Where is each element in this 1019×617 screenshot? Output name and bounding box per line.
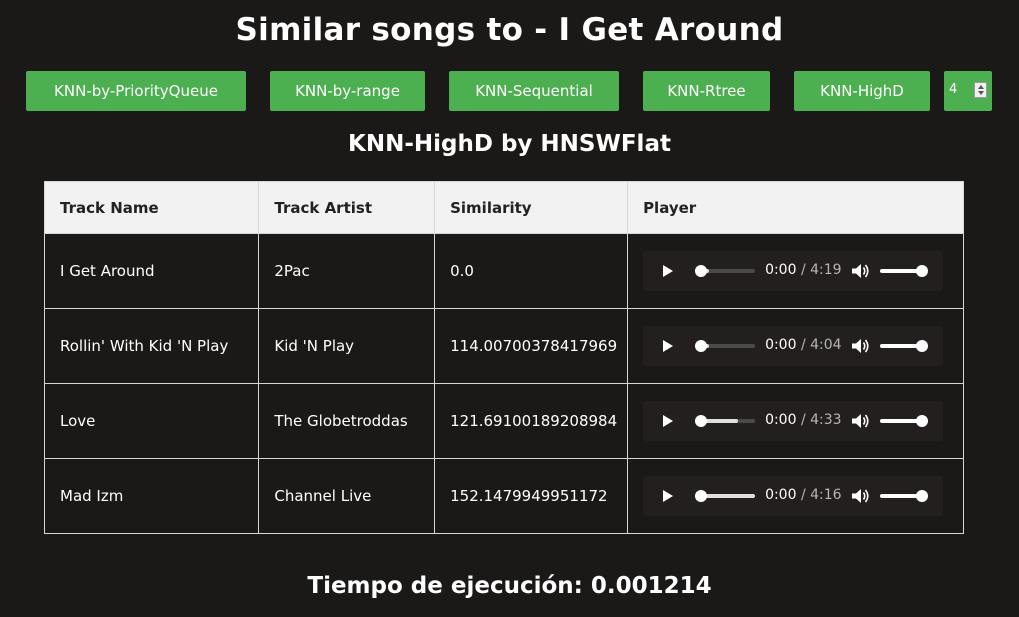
audio-player: 0:00 / 4:19: [643, 251, 944, 291]
track-name-cell: Mad Izm: [43, 458, 260, 534]
similarity-cell: 152.1479949951172: [434, 458, 629, 534]
table-row: Mad Izm Channel Live 152.1479949951172 0…: [43, 458, 964, 534]
progress-slider[interactable]: [695, 340, 756, 352]
current-time: 0:00: [765, 262, 797, 278]
volume-slider[interactable]: [880, 265, 929, 277]
player-cell: 0:00 / 4:33: [627, 383, 964, 459]
audio-player: 0:00 / 4:33: [643, 401, 944, 441]
track-artist-cell: Kid 'N Play: [258, 308, 436, 384]
volume-thumb[interactable]: [916, 415, 929, 427]
track-name-cell: I Get Around: [43, 233, 260, 309]
column-header-track-artist: Track Artist: [258, 181, 436, 234]
volume-icon[interactable]: [852, 264, 870, 278]
volume-icon[interactable]: [852, 489, 870, 503]
knn-priority-queue-button[interactable]: KNN-by-PriorityQueue: [26, 71, 246, 111]
volume-icon[interactable]: [852, 339, 870, 353]
volume-slider[interactable]: [880, 490, 929, 502]
time-display: 0:00 / 4:19: [765, 262, 842, 278]
spin-button-icon[interactable]: [974, 82, 987, 98]
progress-thumb[interactable]: [695, 415, 708, 427]
player-cell: 0:00 / 4:16: [627, 458, 964, 534]
track-artist-cell: The Globetroddas: [258, 383, 436, 459]
progress-slider[interactable]: [695, 490, 756, 502]
current-time: 0:00: [765, 412, 797, 428]
table-header-row: Track Name Track Artist Similarity Playe…: [43, 181, 964, 234]
column-header-similarity: Similarity: [434, 181, 629, 234]
volume-slider[interactable]: [880, 340, 929, 352]
time-display: 0:00 / 4:04: [765, 337, 842, 353]
audio-player: 0:00 / 4:04: [643, 326, 944, 366]
similarity-cell: 114.00700378417969: [434, 308, 629, 384]
volume-slider[interactable]: [880, 415, 929, 427]
similarity-cell: 0.0: [434, 233, 629, 309]
current-time: 0:00: [765, 337, 797, 353]
table-row: Love The Globetroddas 121.69100189208984…: [43, 383, 964, 459]
knn-rtree-button[interactable]: KNN-Rtree: [643, 71, 770, 111]
play-icon[interactable]: [663, 265, 674, 277]
audio-player: 0:00 / 4:16: [643, 476, 944, 516]
algorithm-toolbar: KNN-by-PriorityQueue KNN-by-range KNN-Se…: [0, 71, 1019, 111]
progress-slider[interactable]: [695, 415, 756, 427]
volume-thumb[interactable]: [916, 490, 929, 502]
progress-thumb[interactable]: [695, 490, 708, 502]
table-row: I Get Around 2Pac 0.0 0:00 / 4:19: [43, 233, 964, 309]
time-display: 0:00 / 4:33: [765, 412, 842, 428]
knn-highd-button[interactable]: KNN-HighD: [794, 71, 930, 111]
play-icon[interactable]: [663, 415, 674, 427]
volume-icon[interactable]: [852, 414, 870, 428]
knn-by-range-button[interactable]: KNN-by-range: [270, 71, 425, 111]
track-artist-cell: Channel Live: [258, 458, 436, 534]
results-subtitle: KNN-HighD by HNSWFlat: [348, 131, 671, 157]
k-value-container: 4: [944, 71, 992, 111]
column-header-track-name: Track Name: [43, 181, 260, 234]
progress-thumb[interactable]: [695, 340, 708, 352]
knn-sequential-button[interactable]: KNN-Sequential: [449, 71, 619, 111]
player-cell: 0:00 / 4:19: [627, 233, 964, 309]
execution-time: Tiempo de ejecución: 0.001214: [307, 573, 712, 599]
play-icon[interactable]: [663, 340, 674, 352]
play-icon[interactable]: [663, 490, 674, 502]
track-name-cell: Love: [43, 383, 260, 459]
progress-slider[interactable]: [695, 265, 756, 277]
page: Similar songs to - I Get Around KNN-by-P…: [0, 0, 1019, 617]
track-name-cell: Rollin' With Kid 'N Play: [43, 308, 260, 384]
page-title: Similar songs to - I Get Around: [235, 12, 784, 48]
track-artist-cell: 2Pac: [258, 233, 436, 309]
current-time: 0:00: [765, 487, 797, 503]
player-cell: 0:00 / 4:04: [627, 308, 964, 384]
duration: / 4:33: [800, 412, 842, 428]
similarity-cell: 121.69100189208984: [434, 383, 629, 459]
results-table: Track Name Track Artist Similarity Playe…: [43, 181, 964, 534]
volume-thumb[interactable]: [916, 265, 929, 277]
duration: / 4:16: [800, 487, 842, 503]
time-display: 0:00 / 4:16: [765, 487, 842, 503]
duration: / 4:04: [800, 337, 842, 353]
volume-thumb[interactable]: [916, 340, 929, 352]
column-header-player: Player: [627, 181, 964, 234]
progress-thumb[interactable]: [695, 265, 708, 277]
duration: / 4:19: [800, 262, 842, 278]
table-row: Rollin' With Kid 'N Play Kid 'N Play 114…: [43, 308, 964, 384]
